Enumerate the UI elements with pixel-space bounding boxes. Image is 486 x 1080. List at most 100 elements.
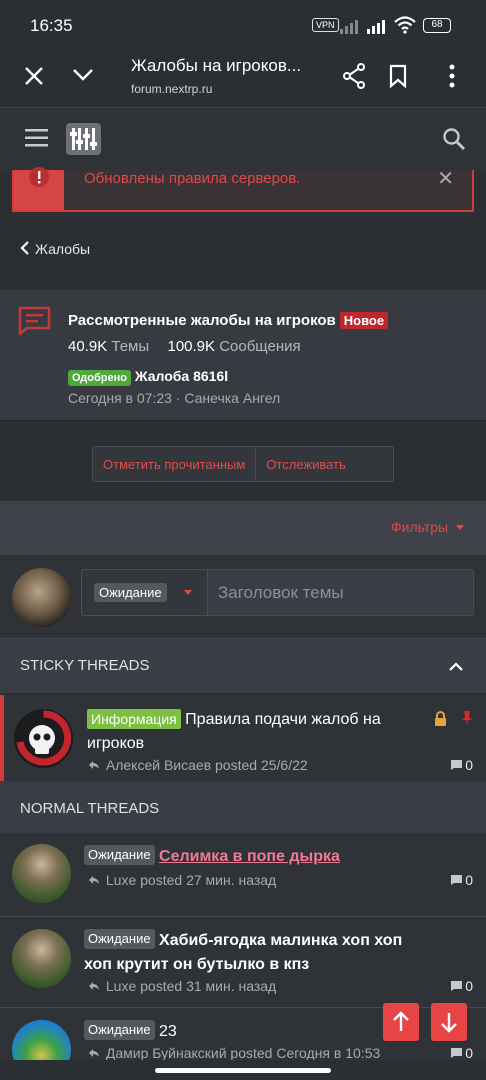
last-thread-link[interactable]: Одобрено Жалоба 8616l [68,368,228,386]
skull-avatar-icon [14,709,73,768]
signal-icon [340,20,358,34]
filters-dropdown[interactable]: Фильтры [391,519,464,535]
thread-title-input[interactable] [207,569,474,616]
waiting-prefix: Ожидание [84,1020,155,1040]
chevron-left-icon [20,241,29,255]
clock: 16:35 [30,16,73,35]
new-thread-form: Ожидание [0,555,486,639]
status-bar: 16:35 VPN 68 [0,0,486,50]
close-icon[interactable] [24,66,44,86]
forum-chat-icon [18,306,51,336]
filters-bar: Фильтры [0,501,486,555]
battery-icon: 68 [423,18,451,33]
bookmark-icon[interactable] [389,64,407,88]
comment-icon [451,760,463,770]
normal-threads-header: NORMAL THREADS [0,781,486,833]
sticky-thread-row[interactable]: Информация Правила подачи жалоб на игрок… [0,695,486,786]
avatar[interactable] [12,568,71,627]
info-icon [29,167,49,187]
notice-text: Обновлены правила серверов. [84,170,301,187]
waiting-prefix: Ожидание [84,845,155,865]
mark-read-button[interactable]: Отметить прочитанным [93,447,255,481]
avatar[interactable] [12,929,71,988]
browser-toolbar: Жалобы на игроков... forum.nextrp.ru [0,50,486,108]
normal-threads-title: NORMAL THREADS [20,800,160,817]
chevron-down-icon[interactable] [72,68,94,82]
comment-icon [451,875,463,885]
signal-icon-2 [367,20,385,34]
approved-prefix: Одобрено [68,370,131,386]
messages-label: Сообщения [219,338,301,355]
thread-author-date: Дамир Буйнакский posted Сегодня в 10:53 [105,1045,381,1061]
reply-count: 0 [450,757,473,773]
reply-count: 0 [450,872,473,888]
thread-author-date: Luxe posted 27 мин. назад [105,872,277,888]
site-logo[interactable] [66,123,101,155]
new-badge: Новое [339,312,389,329]
reply-icon [89,761,99,769]
forum-title-text: Рассмотренные жалобы на игроков [68,312,336,329]
forum-card: Рассмотренные жалобы на игроков Новое 40.… [0,290,486,421]
threads-label: Темы [111,338,150,355]
reply-count-value: 0 [465,978,473,994]
waiting-prefix: Ожидание [84,929,155,949]
arrow-down-icon [441,1013,457,1033]
sticky-threads-title: STICKY THREADS [20,657,150,674]
lock-icon [435,711,446,726]
chevron-up-icon[interactable] [449,662,463,671]
comment-icon [451,1048,463,1058]
scroll-bottom-button[interactable] [431,1003,467,1041]
sticky-threads-header[interactable]: STICKY THREADS [0,639,486,693]
thread-meta: Алексей Висаев posted 25/6/22 [88,757,308,773]
notice-accent [14,167,64,210]
vpn-indicator: VPN [312,18,339,32]
reply-count: 0 [450,1045,473,1061]
caret-down-icon [456,525,464,530]
thread-meta: Luxe posted 31 мин. назад [88,978,276,994]
thread-row[interactable]: Ожидание Селимка в попе дырка Luxe poste… [0,833,486,917]
thread-title-text: Селимка в попе дырка [159,848,340,865]
filters-label: Фильтры [391,519,449,535]
thread-title[interactable]: Информация Правила подачи жалоб на игрок… [87,708,417,756]
reply-icon [89,876,99,884]
threads-count: 40.9K [68,338,108,355]
reply-icon [89,982,99,990]
thread-title[interactable]: Ожидание 23 [84,1020,424,1044]
last-thread-meta: Сегодня в 07:23 · Санечка Ангел [68,390,281,406]
breadcrumb-label: Жалобы [35,241,91,257]
thread-row[interactable]: Ожидание Хабиб-ягодка малинка хоп хоп хо… [0,917,486,1008]
thread-title[interactable]: Ожидание Хабиб-ягодка малинка хоп хоп хо… [84,929,424,977]
pin-icon [462,711,472,725]
thread-meta: Дамир Буйнакский posted Сегодня в 10:53 [88,1045,380,1061]
share-icon[interactable] [342,63,366,89]
wifi-icon [394,16,416,34]
logo-icon [70,128,97,150]
more-vertical-icon[interactable] [449,64,455,88]
notice-banner: Обновлены правила серверов. ✕ [12,167,474,212]
thread-title[interactable]: Ожидание Селимка в попе дырка [84,845,424,869]
notice-dismiss-icon[interactable]: ✕ [437,166,454,191]
reply-count-value: 0 [465,757,473,773]
prefix-chip: Ожидание [94,583,167,602]
info-prefix: Информация [87,709,181,729]
caret-down-icon [184,590,192,595]
page-title: Жалобы на игроков... [131,56,302,75]
thread-title-text: 23 [159,1023,177,1040]
reply-count-value: 0 [465,1045,473,1061]
gesture-handle[interactable] [155,1068,331,1073]
watch-button[interactable]: Отслеживать [256,447,355,481]
avatar[interactable] [14,709,73,768]
breadcrumb[interactable]: Жалобы [20,241,90,257]
scroll-top-button[interactable] [383,1003,419,1041]
forum-actions: Отметить прочитанным Отслеживать [92,446,394,482]
search-icon[interactable] [442,127,466,151]
forum-title[interactable]: Рассмотренные жалобы на игроков Новое [68,312,389,329]
page-url: forum.nextrp.ru [131,82,213,96]
thread-author-date: Luxe posted 31 мин. назад [105,978,277,994]
reply-count-value: 0 [465,872,473,888]
messages-count: 100.9K [167,338,216,355]
prefix-select[interactable]: Ожидание [81,569,208,616]
avatar[interactable] [12,844,71,903]
comment-icon [451,981,463,991]
hamburger-menu-icon[interactable] [25,129,48,147]
